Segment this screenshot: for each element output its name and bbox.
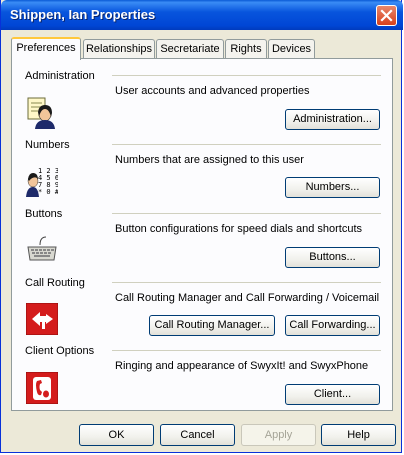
window-title: Shippen, Ian Properties: [10, 7, 156, 22]
call-forwarding-button[interactable]: Call Forwarding...: [285, 315, 380, 336]
client-button[interactable]: Client...: [285, 384, 380, 405]
user-account-icon: [27, 97, 55, 129]
preferences-panel: Administration User accounts and advance…: [11, 58, 393, 411]
tab-devices[interactable]: Devices: [268, 39, 315, 58]
client-options-description: Ringing and appearance of SwyxIt! and Sw…: [115, 360, 369, 372]
close-icon: [380, 9, 393, 22]
cancel-button[interactable]: Cancel: [160, 424, 235, 446]
phone-numbers-icon: 1 2 3 4 5 6 7 8 9 * 0 #: [26, 167, 58, 197]
apply-button[interactable]: Apply: [241, 424, 316, 446]
numbers-button[interactable]: Numbers...: [285, 177, 380, 198]
call-routing-description: Call Routing Manager and Call Forwarding…: [115, 292, 380, 304]
section-divider: [112, 75, 381, 76]
tab-rights[interactable]: Rights: [225, 39, 267, 58]
administration-description: User accounts and advanced properties: [115, 85, 310, 97]
call-routing-icon: [26, 303, 58, 335]
tab-preferences[interactable]: Preferences: [11, 37, 81, 60]
section-divider: [112, 213, 381, 214]
numbers-description: Numbers that are assigned to this user: [115, 154, 304, 166]
properties-dialog: Shippen, Ian Properties Preferences Rela…: [0, 0, 403, 453]
section-divider: [112, 282, 381, 283]
buttons-heading: Buttons: [25, 208, 63, 220]
keyboard-icon: [27, 236, 57, 261]
client-options-heading: Client Options: [25, 345, 95, 357]
close-button[interactable]: [376, 5, 397, 26]
ok-button[interactable]: OK: [79, 424, 154, 446]
tab-secretariate[interactable]: Secretariate: [156, 39, 224, 58]
administration-heading: Administration: [25, 70, 95, 82]
tab-relationships[interactable]: Relationships: [83, 39, 155, 58]
call-routing-heading: Call Routing: [25, 277, 85, 289]
numbers-heading: Numbers: [25, 139, 70, 151]
title-bar[interactable]: Shippen, Ian Properties: [1, 0, 403, 30]
buttons-description: Button configurations for speed dials an…: [115, 223, 363, 235]
client-phone-icon: [26, 372, 58, 404]
help-button[interactable]: Help: [321, 424, 396, 446]
svg-text:* 0 #: * 0 #: [38, 188, 58, 196]
call-routing-manager-button[interactable]: Call Routing Manager...: [149, 315, 275, 336]
section-divider: [112, 350, 381, 351]
administration-button[interactable]: Administration...: [285, 109, 380, 130]
section-divider: [112, 144, 381, 145]
buttons-button[interactable]: Buttons...: [285, 247, 380, 268]
